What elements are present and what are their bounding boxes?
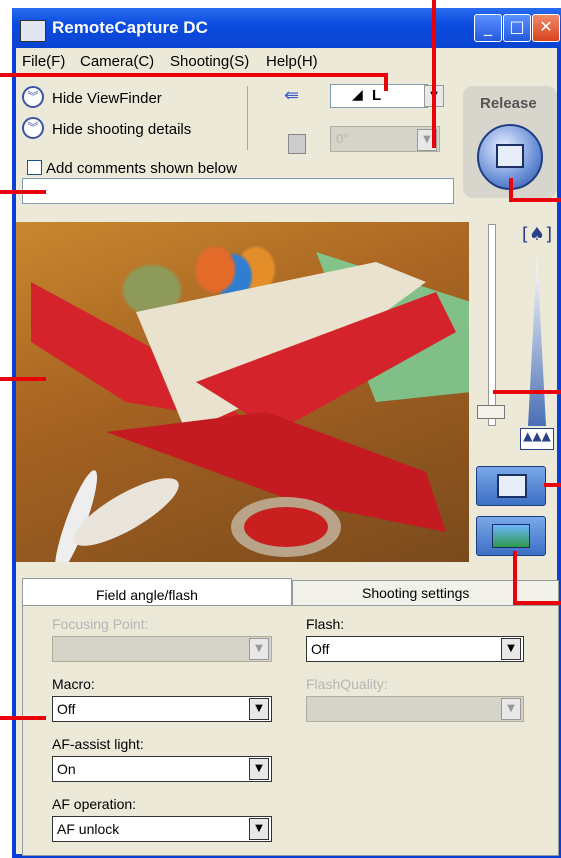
add-comments-label[interactable]: Add comments shown below	[46, 160, 237, 177]
macro-value: Off	[57, 701, 76, 717]
hide-viewfinder-label[interactable]: Hide ViewFinder	[52, 90, 162, 107]
minimize-icon[interactable]: _	[474, 14, 502, 42]
annotation-line	[513, 601, 561, 605]
tab-field-angle-label: Field angle/flash	[96, 587, 198, 603]
macro-label: Macro:	[52, 676, 95, 692]
hide-details-label[interactable]: Hide shooting details	[52, 121, 191, 138]
macro-dropdown-icon[interactable]: ▼	[249, 698, 269, 720]
annotation-line	[432, 0, 436, 148]
collapse-details-icon[interactable]: ︾	[22, 117, 44, 139]
release-label: Release	[480, 95, 537, 112]
annotation-line	[509, 178, 513, 200]
image-size-icon: ⇚	[284, 85, 300, 106]
flash-value: Off	[311, 641, 330, 657]
window-title: RemoteCapture DC	[52, 18, 208, 37]
image-transfer-icon	[492, 524, 530, 548]
close-icon[interactable]: ✕	[532, 14, 560, 42]
comments-input[interactable]	[22, 178, 454, 204]
image-size-triangle-icon: ◢	[352, 87, 363, 103]
menu-shooting[interactable]: Shooting(S)	[170, 53, 249, 70]
tab-shooting-settings-label: Shooting settings	[362, 585, 470, 601]
tele-icon: [♠]	[521, 224, 553, 245]
flash-quality-dropdown-icon: ▼	[501, 698, 521, 720]
af-operation-label: AF operation:	[52, 796, 137, 812]
rotation-value: 0°	[336, 131, 349, 146]
maximize-icon[interactable]: □	[503, 14, 531, 42]
annotation-line	[513, 551, 517, 605]
viewfinder-image	[16, 222, 469, 562]
annotation-line	[0, 190, 46, 194]
focusing-point-dropdown-icon: ▼	[249, 638, 269, 660]
image-size-value: L	[372, 87, 382, 104]
add-comments-checkbox[interactable]	[27, 160, 42, 175]
af-assist-label: AF-assist light:	[52, 736, 144, 752]
flash-label: Flash:	[306, 616, 345, 632]
menu-file[interactable]: File(F)	[22, 53, 65, 70]
flash-dropdown-icon[interactable]: ▼	[501, 638, 521, 660]
af-assist-select[interactable]	[52, 756, 272, 782]
af-operation-value: AF unlock	[57, 821, 120, 837]
zoom-slider-handle[interactable]	[477, 405, 505, 419]
zoom-camera-icon	[497, 474, 527, 498]
annotation-line	[0, 73, 388, 77]
af-assist-value: On	[57, 761, 76, 777]
flash-quality-select	[306, 696, 524, 722]
camera-icon	[496, 144, 524, 168]
macro-select[interactable]	[52, 696, 272, 722]
rotation-icon	[288, 134, 306, 154]
app-camera-icon	[20, 20, 46, 42]
annotation-line	[0, 716, 46, 720]
flash-quality-label: FlashQuality:	[306, 676, 388, 692]
zoom-slider-track[interactable]	[488, 224, 496, 426]
collapse-viewfinder-icon[interactable]: ︾	[22, 86, 44, 108]
menu-camera[interactable]: Camera(C)	[80, 53, 154, 70]
menu-help[interactable]: Help(H)	[266, 53, 318, 70]
af-operation-dropdown-icon[interactable]: ▼	[249, 818, 269, 840]
flash-select[interactable]	[306, 636, 524, 662]
separator	[247, 86, 248, 150]
annotation-line	[509, 198, 561, 202]
focusing-point-select	[52, 636, 272, 662]
annotation-line	[493, 390, 561, 394]
annotation-line	[384, 73, 388, 91]
wide-icon: ▲▲▲	[520, 428, 554, 450]
annotation-line	[0, 377, 46, 381]
annotation-line	[544, 483, 561, 487]
af-assist-dropdown-icon[interactable]: ▼	[249, 758, 269, 780]
focusing-point-label: Focusing Point:	[52, 616, 149, 632]
